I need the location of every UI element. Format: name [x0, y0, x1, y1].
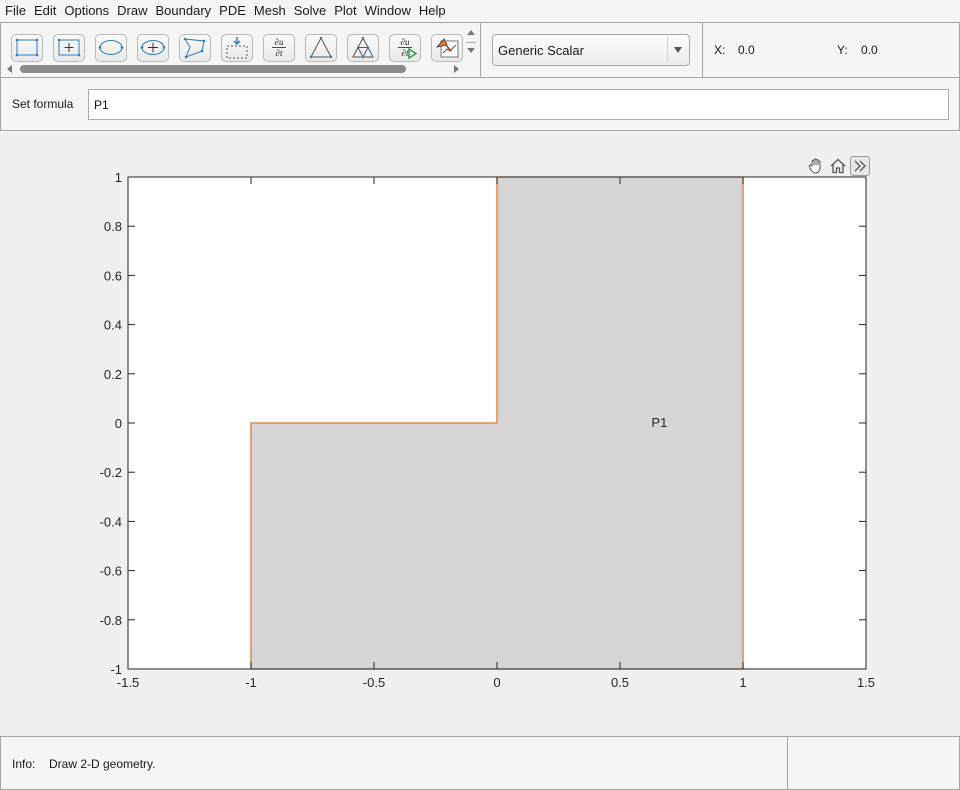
- x-tick-label: 0: [493, 675, 500, 690]
- x-tick-label: 0.5: [611, 675, 629, 690]
- y-tick-label: 1: [115, 170, 122, 185]
- formula-input[interactable]: [88, 89, 949, 120]
- draw-toolbar: ∂u ∂t ∂u ∂t: [0, 22, 481, 78]
- toolbar-vertical-scrollbar[interactable]: [465, 27, 477, 61]
- icon-numerator: ∂u: [401, 37, 410, 47]
- y-tick-label: -0.6: [100, 564, 122, 579]
- initialize-mesh-icon: [309, 36, 333, 59]
- y-tick-label: 0.2: [104, 367, 122, 382]
- shape-label-p1: P1: [651, 415, 667, 430]
- ellipse-corner-button[interactable]: [95, 34, 127, 62]
- ellipse-center-button[interactable]: [137, 34, 169, 62]
- y-tick-label: 0.4: [104, 318, 122, 333]
- application-mode-value: Generic Scalar: [498, 43, 584, 58]
- double-chevron-right-icon: [854, 160, 866, 172]
- pde-specification-icon: ∂u∂t: [272, 37, 286, 58]
- rectangle-center-button[interactable]: [53, 34, 85, 62]
- x-tick-label: -1.5: [117, 675, 139, 690]
- refine-mesh-button[interactable]: [347, 34, 379, 62]
- status-side-panel: [787, 736, 960, 790]
- scrollbar-thumb[interactable]: [20, 65, 406, 73]
- menu-plot[interactable]: Plot: [330, 0, 360, 22]
- rectangle-corner-icon: [15, 38, 39, 57]
- y-tick-label: -0.8: [100, 613, 122, 628]
- menu-help[interactable]: Help: [415, 0, 450, 22]
- scroll-left-icon[interactable]: [7, 65, 12, 73]
- plot-solution-button[interactable]: [431, 34, 463, 62]
- icon-denominator: ∂t: [276, 48, 283, 58]
- x-tick-label: -1: [245, 675, 257, 690]
- polygon-icon: [183, 37, 206, 59]
- y-tick-label: -0.4: [100, 514, 122, 529]
- menu-boundary[interactable]: Boundary: [152, 0, 216, 22]
- boundary-mode-icon: [226, 37, 248, 59]
- menu-file[interactable]: File: [1, 0, 30, 22]
- solve-pde-icon: ∂u∂t: [398, 37, 418, 60]
- x-coord-value: 0.0: [738, 43, 755, 57]
- hand-icon: [808, 158, 821, 174]
- y-coord-label: Y:: [837, 43, 848, 57]
- scroll-down-icon[interactable]: [467, 48, 475, 53]
- y-tick-label: 0.6: [104, 268, 122, 283]
- pan-button[interactable]: [806, 156, 826, 176]
- y-tick-label: -1: [110, 662, 122, 677]
- polygon-button[interactable]: [179, 34, 211, 62]
- toolbar-horizontal-scrollbar[interactable]: [5, 63, 461, 75]
- home-icon: [830, 158, 846, 174]
- menu-bar: File Edit Options Draw Boundary PDE Mesh Solve P…: [0, 0, 960, 22]
- x-tick-label: -0.5: [363, 675, 385, 690]
- plot-solution-icon: [435, 38, 459, 58]
- geometry-plot: -1.5 -1 -0.5 0 0.5 1 1.5 -1 -0.8 -0.6 -0.4 -0.2 0 0.2…: [0, 131, 960, 736]
- menu-mesh[interactable]: Mesh: [250, 0, 290, 22]
- scroll-up-icon[interactable]: [467, 30, 475, 35]
- x-tick-label: 1: [739, 675, 746, 690]
- coordinate-readout: X: 0.0 Y: 0.0: [702, 22, 960, 78]
- info-message: Draw 2-D geometry.: [49, 757, 156, 771]
- scroll-right-icon[interactable]: [454, 65, 459, 73]
- refine-mesh-icon: [352, 36, 374, 59]
- rectangle-center-icon: [57, 38, 81, 57]
- home-button[interactable]: [828, 156, 848, 176]
- formula-panel: Set formula: [0, 77, 960, 131]
- info-bar: Info: Draw 2-D geometry.: [0, 736, 788, 790]
- application-mode-dropdown[interactable]: Generic Scalar: [492, 34, 690, 66]
- geometry-axes[interactable]: -1.5 -1 -0.5 0 0.5 1 1.5-1-0.8-0.6-0.4-0.200.2…: [0, 131, 960, 736]
- expand-toolbar-button[interactable]: [850, 156, 870, 176]
- ellipse-center-icon: [140, 40, 166, 55]
- solve-pde-button[interactable]: ∂u ∂t: [389, 34, 421, 62]
- menu-edit[interactable]: Edit: [30, 0, 60, 22]
- y-tick-label: -0.2: [100, 465, 122, 480]
- initialize-mesh-button[interactable]: [305, 34, 337, 62]
- application-mode-panel: Generic Scalar: [480, 22, 703, 78]
- pde-specification-button[interactable]: ∂u ∂t: [263, 34, 295, 62]
- menu-pde[interactable]: PDE: [215, 0, 250, 22]
- set-formula-label: Set formula: [12, 97, 74, 111]
- info-label: Info:: [12, 757, 36, 771]
- y-coord-value: 0.0: [861, 43, 878, 57]
- y-tick-label: 0.8: [104, 219, 122, 234]
- boundary-mode-button[interactable]: [221, 34, 253, 62]
- icon-numerator: ∂u: [275, 37, 284, 47]
- axes-toolbar: [806, 155, 870, 177]
- ellipse-corner-icon: [98, 40, 124, 55]
- chevron-down-icon: [674, 47, 682, 53]
- x-tick-label: 1.5: [857, 675, 875, 690]
- menu-solve[interactable]: Solve: [290, 0, 331, 22]
- menu-window[interactable]: Window: [361, 0, 415, 22]
- menu-options[interactable]: Options: [60, 0, 113, 22]
- icon-denominator: ∂t: [402, 48, 409, 58]
- x-coord-label: X:: [714, 43, 726, 57]
- y-tick-label: 0: [115, 416, 122, 431]
- rectangle-corner-button[interactable]: [11, 34, 43, 62]
- menu-draw[interactable]: Draw: [113, 0, 151, 22]
